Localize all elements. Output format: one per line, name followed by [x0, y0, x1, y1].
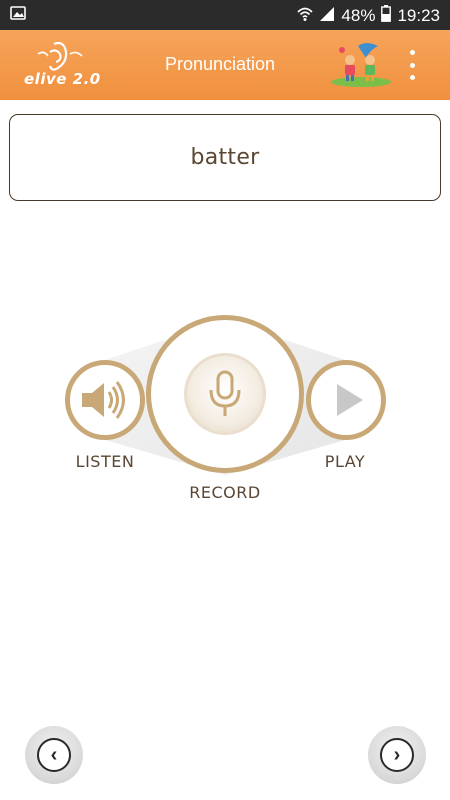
microphone-icon [209, 370, 241, 416]
signal-icon [319, 6, 335, 25]
pronunciation-controls: LISTEN RECORD PLAY [0, 300, 450, 520]
chevron-right-icon: › [380, 738, 414, 772]
next-button[interactable]: › [368, 726, 426, 784]
record-label: RECORD [189, 483, 261, 502]
word-text: batter [190, 145, 260, 170]
listen-button[interactable] [65, 360, 145, 440]
play-label: PLAY [324, 452, 366, 471]
play-button[interactable] [306, 360, 386, 440]
speaker-icon [82, 381, 125, 419]
previous-button[interactable]: ‹ [25, 726, 83, 784]
record-button[interactable] [146, 315, 304, 473]
battery-icon [381, 5, 392, 25]
listen-label: LISTEN [75, 452, 135, 471]
battery-level: 48% [341, 5, 376, 25]
word-card: batter [9, 114, 441, 201]
kids-illustration [330, 42, 392, 88]
play-icon [337, 384, 363, 416]
status-bar: 48% 19:23 [0, 0, 450, 30]
more-vert-icon[interactable] [402, 50, 422, 80]
status-left [10, 5, 26, 25]
clock: 19:23 [397, 5, 440, 25]
status-right: 48% 19:23 [297, 5, 440, 25]
app-bar: elive 2.0 Pronunciation [0, 30, 450, 100]
record-inner [184, 353, 266, 435]
chevron-left-icon: ‹ [37, 738, 71, 772]
wifi-icon [297, 6, 313, 25]
image-icon [10, 5, 26, 25]
